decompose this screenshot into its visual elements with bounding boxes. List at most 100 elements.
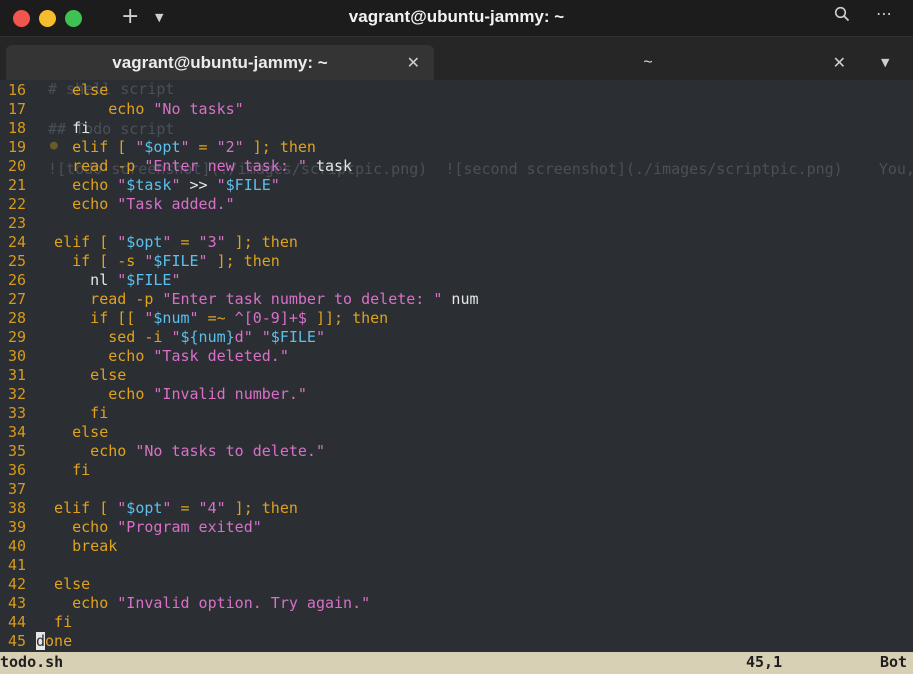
chevron-down-icon[interactable]: ▼ bbox=[155, 11, 163, 24]
code-text: elif [ "$opt" = "3" ]; then bbox=[54, 233, 298, 252]
code-token: elif [ bbox=[72, 138, 136, 156]
line-number: 32 bbox=[7, 385, 26, 403]
code-token: fi bbox=[90, 404, 109, 422]
code-token: else bbox=[72, 423, 109, 441]
code-token: else bbox=[90, 366, 127, 384]
code-token: echo bbox=[72, 195, 118, 213]
line-number: 23 bbox=[7, 214, 26, 232]
line-number: 30 bbox=[7, 347, 26, 365]
code-token: "Enter new task: " bbox=[144, 157, 307, 175]
code-token: if [ -s bbox=[72, 252, 145, 270]
code-token: num bbox=[442, 290, 479, 308]
code-line: 18 fi bbox=[0, 119, 90, 138]
code-token: task bbox=[306, 157, 353, 175]
code-line: 40 break bbox=[0, 537, 117, 556]
code-token: echo bbox=[90, 442, 136, 460]
code-text: fi bbox=[72, 461, 90, 480]
code-text: else bbox=[90, 366, 126, 385]
maximize-window-button[interactable] bbox=[65, 9, 82, 27]
tab-label: ~ bbox=[643, 54, 653, 71]
tab-vagrant[interactable]: vagrant@ubuntu-jammy: ~ ✕ bbox=[6, 45, 434, 81]
tabs-menu-icon[interactable]: ▼ bbox=[881, 56, 889, 69]
code-line: 31 else bbox=[0, 366, 126, 385]
code-token: fi bbox=[54, 613, 73, 631]
line-number: 18 bbox=[7, 119, 26, 137]
code-token: " bbox=[180, 138, 190, 156]
vim-editor[interactable]: # shell script ## Todo script ● ![todo s… bbox=[0, 80, 913, 652]
code-token: $num bbox=[153, 309, 190, 327]
code-token: fi bbox=[72, 461, 91, 479]
code-token: ]; then bbox=[225, 499, 298, 517]
code-token: "Invalid number." bbox=[153, 385, 307, 403]
code-text: echo "$task" >> "$FILE" bbox=[72, 176, 280, 195]
code-token: ]]; then bbox=[306, 309, 389, 327]
close-icon[interactable]: ✕ bbox=[833, 53, 846, 72]
line-number: 38 bbox=[7, 499, 26, 517]
title-bar: + ▼ vagrant@ubuntu-jammy: ~ ⋯ bbox=[0, 0, 913, 36]
line-number: 24 bbox=[7, 233, 26, 251]
code-line: 30 echo "Task deleted." bbox=[0, 347, 289, 366]
close-window-button[interactable] bbox=[13, 9, 30, 27]
search-icon[interactable] bbox=[834, 6, 850, 27]
code-line: 41 bbox=[0, 556, 26, 575]
code-token: elif [ bbox=[54, 233, 118, 251]
code-line: 38 elif [ "$opt" = "4" ]; then bbox=[0, 499, 298, 518]
code-token: "Task added." bbox=[117, 195, 235, 213]
code-text: else bbox=[72, 423, 108, 442]
status-filename: todo.sh bbox=[0, 653, 64, 671]
code-token: " bbox=[270, 176, 280, 194]
tab-home[interactable]: ~ ✕ bbox=[436, 45, 860, 81]
code-line: 27 read -p "Enter task number to delete: … bbox=[0, 290, 479, 309]
code-text: echo "Task deleted." bbox=[108, 347, 289, 366]
text-cursor: d bbox=[36, 632, 46, 650]
code-token: " bbox=[135, 138, 145, 156]
code-line: 24 elif [ "$opt" = "3" ]; then bbox=[0, 233, 298, 252]
code-token: ]; then bbox=[243, 138, 316, 156]
code-text: read -p "Enter new task: " task bbox=[72, 157, 352, 176]
code-token: echo bbox=[108, 385, 154, 403]
code-text: else bbox=[72, 81, 108, 100]
code-token: " bbox=[117, 176, 127, 194]
code-text: done bbox=[36, 632, 72, 651]
code-token: $FILE bbox=[270, 328, 316, 346]
minimize-window-button[interactable] bbox=[39, 9, 56, 27]
line-number: 33 bbox=[7, 404, 26, 422]
code-line: 33 fi bbox=[0, 404, 108, 423]
code-token: "4" bbox=[198, 499, 226, 517]
window-controls bbox=[13, 9, 82, 27]
close-icon[interactable]: ✕ bbox=[407, 53, 420, 72]
code-line: 25 if [ -s "$FILE" ]; then bbox=[0, 252, 280, 271]
line-number: 34 bbox=[7, 423, 26, 441]
ellipsis-icon[interactable]: ⋯ bbox=[876, 4, 893, 23]
code-token: $opt bbox=[144, 138, 181, 156]
code-token: sed -i bbox=[108, 328, 172, 346]
code-token: " bbox=[171, 271, 181, 289]
code-text: fi bbox=[90, 404, 108, 423]
code-text: fi bbox=[54, 613, 72, 632]
code-line: 17 echo "No tasks" bbox=[0, 100, 244, 119]
line-number: 39 bbox=[7, 518, 26, 536]
code-line: 16 else bbox=[0, 81, 108, 100]
code-text: echo "Invalid option. Try again." bbox=[72, 594, 370, 613]
code-token: $opt bbox=[126, 233, 163, 251]
plus-icon[interactable]: + bbox=[121, 4, 139, 29]
code-token: " bbox=[117, 271, 127, 289]
code-token: "No tasks" bbox=[153, 100, 244, 118]
code-text: if [[ "$num" =~ ^[0-9]+$ ]]; then bbox=[90, 309, 388, 328]
code-line: 39 echo "Program exited" bbox=[0, 518, 262, 537]
line-number: 37 bbox=[7, 480, 26, 498]
code-token: fi bbox=[72, 119, 91, 137]
line-number: 45 bbox=[7, 632, 26, 650]
code-line: 37 bbox=[0, 480, 26, 499]
line-number: 35 bbox=[7, 442, 26, 460]
code-token: nl bbox=[90, 271, 118, 289]
code-token: " bbox=[189, 309, 199, 327]
code-token: read -p bbox=[72, 157, 145, 175]
code-text: echo "No tasks to delete." bbox=[90, 442, 325, 461]
code-line: 23 bbox=[0, 214, 26, 233]
line-number: 41 bbox=[7, 556, 26, 574]
code-text: else bbox=[54, 575, 90, 594]
line-number: 21 bbox=[7, 176, 26, 194]
line-number: 29 bbox=[7, 328, 26, 346]
